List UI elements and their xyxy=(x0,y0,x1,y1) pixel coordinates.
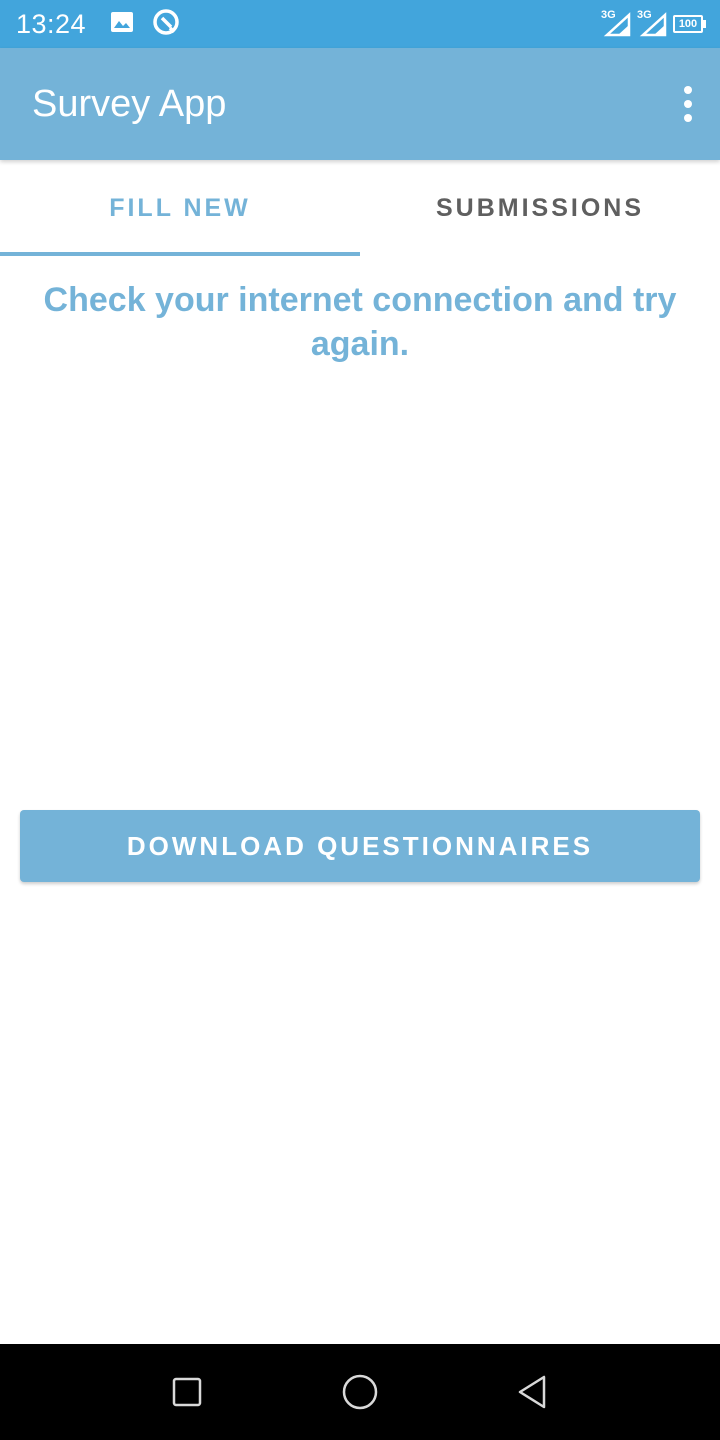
system-nav-bar xyxy=(0,1344,720,1440)
tab-label: FILL NEW xyxy=(109,193,251,222)
tab-indicator xyxy=(0,252,360,256)
signal-icon: 3G xyxy=(637,9,667,37)
status-time: 13:24 xyxy=(16,8,87,39)
status-bar: 13:24 3G 3G 100 xyxy=(0,0,720,48)
download-questionnaires-button[interactable]: DOWNLOAD QUESTIONNAIRES xyxy=(20,810,700,882)
tab-fill-new[interactable]: FILL NEW xyxy=(0,160,360,256)
recents-icon[interactable] xyxy=(157,1362,217,1422)
connection-error-message: Check your internet connection and try a… xyxy=(43,281,677,363)
tab-submissions[interactable]: SUBMISSIONS xyxy=(360,160,720,256)
battery-level: 100 xyxy=(673,15,703,33)
battery-icon: 100 xyxy=(673,15,706,33)
app-bar: Survey App xyxy=(0,48,720,160)
back-icon[interactable] xyxy=(503,1362,563,1422)
home-icon[interactable] xyxy=(330,1362,390,1422)
tab-bar: FILL NEW SUBMISSIONS xyxy=(0,160,720,256)
app-title: Survey App xyxy=(32,82,227,125)
tab-label: SUBMISSIONS xyxy=(435,193,645,222)
sync-icon xyxy=(152,8,180,41)
image-icon xyxy=(110,11,134,38)
signal-icon: 3G xyxy=(601,9,631,37)
more-vert-icon[interactable] xyxy=(676,84,700,124)
